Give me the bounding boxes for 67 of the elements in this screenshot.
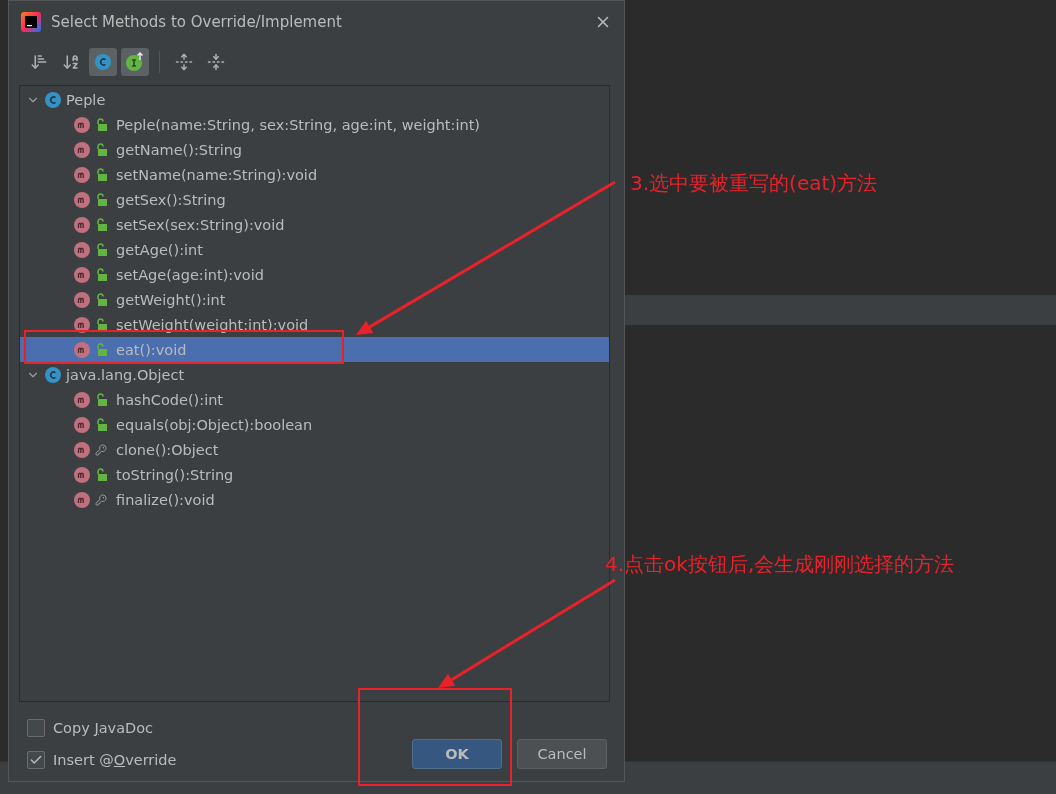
check-icon: [29, 753, 43, 767]
method-tree-item[interactable]: setName(name:String):void: [20, 162, 609, 187]
annotation-text: 4.点击ok按钮后,会生成刚刚选择的方法: [605, 551, 955, 578]
method-tree-item[interactable]: equals(obj:Object):boolean: [20, 412, 609, 437]
sort-down-icon: [30, 53, 48, 71]
method-tree-item[interactable]: clone():Object: [20, 437, 609, 462]
unlocked-padlock-icon: [95, 343, 107, 356]
unlocked-padlock-icon: [95, 318, 107, 331]
unlocked-padlock-icon: [95, 118, 107, 131]
method-icon: [74, 391, 90, 408]
unlocked-padlock-icon: [95, 143, 107, 156]
key-icon: [95, 443, 107, 456]
method-icon: [74, 466, 90, 483]
method-tree-item[interactable]: hashCode():int: [20, 387, 609, 412]
method-tree-item[interactable]: getWeight():int: [20, 287, 609, 312]
sort-alphabetical-icon: [62, 53, 80, 71]
method-icon: [74, 416, 90, 433]
method-tree-item[interactable]: getAge():int: [20, 237, 609, 262]
show-classes-button[interactable]: [89, 48, 117, 76]
method-tree-item[interactable]: Peple(name:String, sex:String, age:int, weight:int): [20, 112, 609, 137]
ok-button[interactable]: OK: [412, 739, 502, 769]
method-icon: [74, 191, 90, 208]
method-icon: [74, 441, 90, 458]
class-icon: [45, 91, 61, 108]
method-icon: [74, 316, 90, 333]
method-icon: [74, 216, 90, 233]
method-icon: [74, 141, 90, 158]
method-icon: [74, 341, 90, 358]
unlocked-padlock-icon: [95, 393, 107, 406]
unlocked-padlock-icon: [95, 468, 107, 481]
method-icon: [74, 291, 90, 308]
method-tree-item[interactable]: getSex():String: [20, 187, 609, 212]
collapse-all-icon: [207, 53, 225, 71]
unlocked-padlock-icon: [95, 193, 107, 206]
method-icon: [74, 241, 90, 258]
checkbox-label: Insert @Override: [53, 752, 177, 768]
class-tree-node[interactable]: java.lang.Object: [20, 362, 609, 387]
unlocked-padlock-icon: [95, 168, 107, 181]
show-interfaces-button[interactable]: [121, 48, 149, 76]
interface-icon: [125, 52, 145, 72]
class-icon: [95, 54, 111, 70]
checkbox[interactable]: [27, 751, 45, 769]
class-icon: [45, 366, 61, 383]
method-tree-item[interactable]: getName():String: [20, 137, 609, 162]
method-icon: [74, 491, 90, 508]
key-icon: [95, 493, 107, 506]
unlocked-padlock-icon: [95, 268, 107, 281]
method-tree-item[interactable]: setAge(age:int):void: [20, 262, 609, 287]
method-tree-item[interactable]: toString():String: [20, 462, 609, 487]
checkbox-label: Copy JavaDoc: [53, 720, 154, 736]
method-tree-item[interactable]: finalize():void: [20, 487, 609, 512]
method-icon: [74, 266, 90, 283]
method-tree-item[interactable]: setWeight(weight:int):void: [20, 312, 609, 337]
cancel-button[interactable]: Cancel: [517, 739, 607, 769]
app-logo-icon: [21, 12, 41, 32]
unlocked-padlock-icon: [95, 218, 107, 231]
method-icon: [74, 166, 90, 183]
annotation-text: 3.选中要被重写的(eat)方法: [630, 170, 878, 197]
class-tree-node[interactable]: Peple: [20, 87, 609, 112]
method-tree-item[interactable]: setSex(sex:String):void: [20, 212, 609, 237]
unlocked-padlock-icon: [95, 243, 107, 256]
unlocked-padlock-icon: [95, 418, 107, 431]
checkbox[interactable]: [27, 719, 45, 737]
unlocked-padlock-icon: [95, 293, 107, 306]
dialog-title: Select Methods to Override/Implement: [51, 13, 343, 31]
expand-all-icon: [175, 53, 193, 71]
method-icon: [74, 116, 90, 133]
